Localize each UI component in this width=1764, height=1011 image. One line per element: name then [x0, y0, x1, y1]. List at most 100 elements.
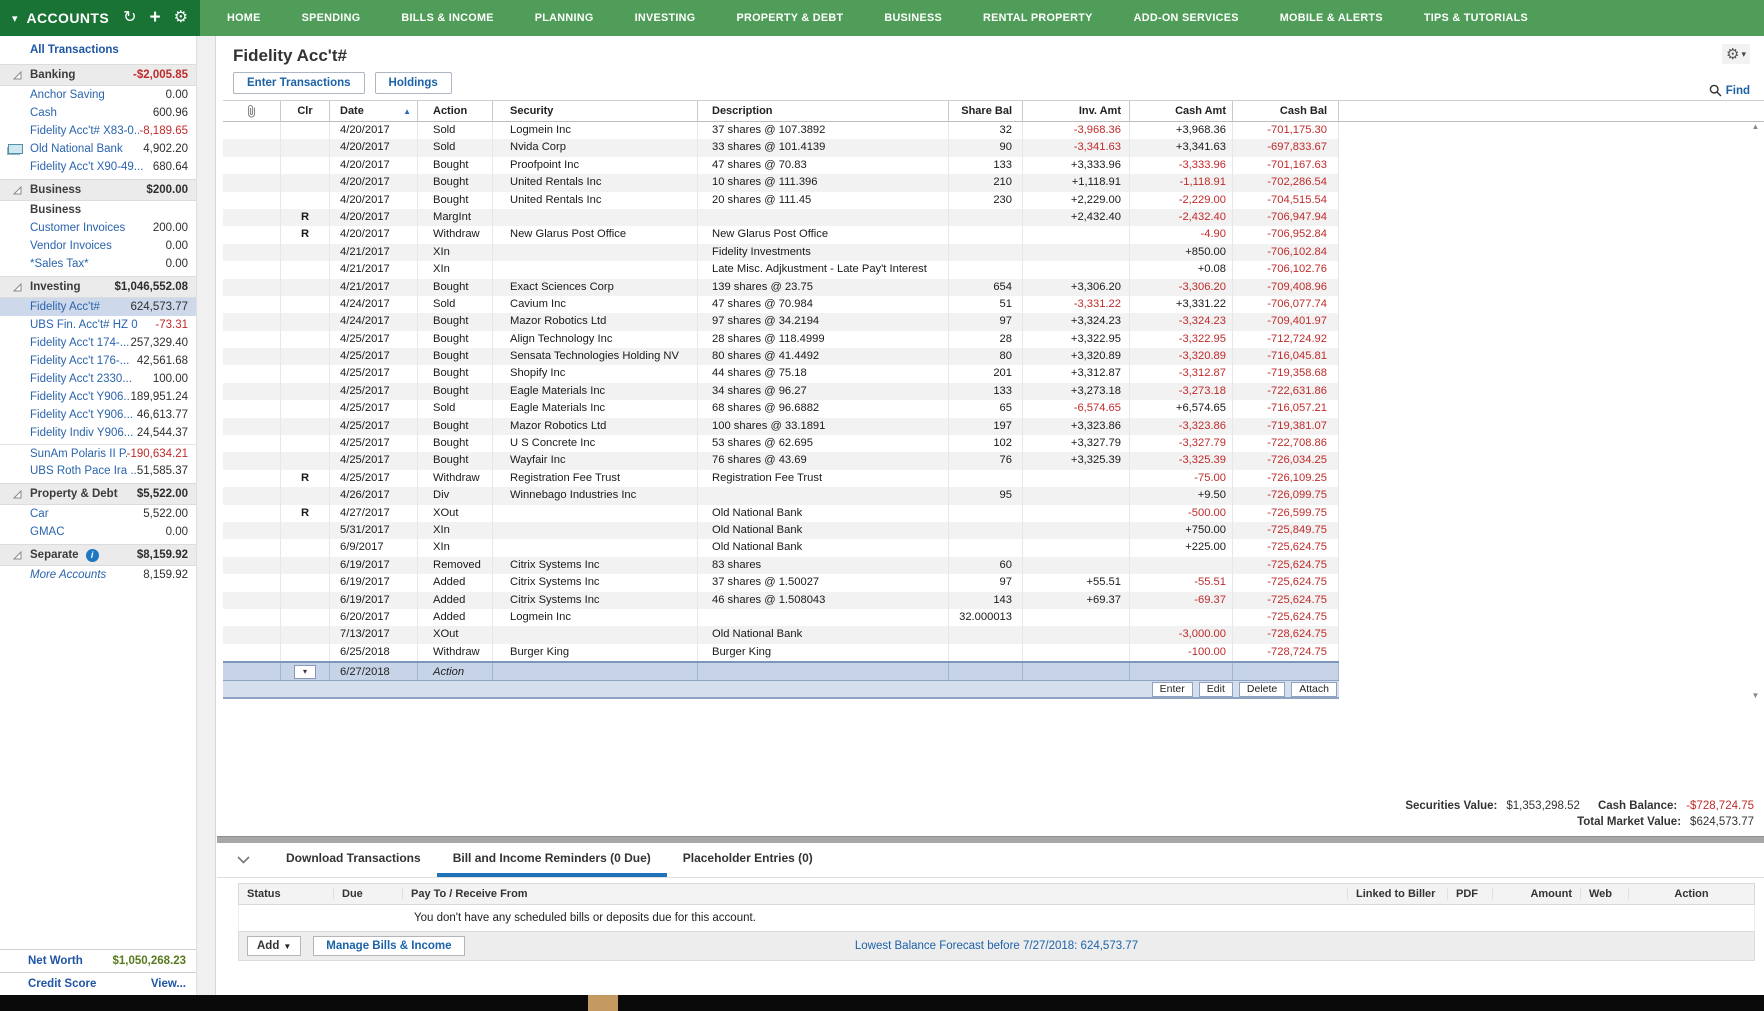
account-item-fidelity-acc-t-176[interactable]: Fidelity Acc't 176-...42,561.68	[0, 352, 196, 370]
transaction-row[interactable]: 5/31/2017XInOld National Bank+750.00-725…	[223, 522, 1339, 539]
taskbar-app-indicator[interactable]	[588, 995, 618, 1011]
reminders-column-action[interactable]: Action	[1629, 888, 1754, 900]
nav-item-add-on-services[interactable]: ADD-ON SERVICES	[1134, 12, 1239, 24]
transaction-row[interactable]: 4/20/2017BoughtProofpoint Inc47 shares @…	[223, 157, 1339, 174]
account-group-separate[interactable]: Separatei$8,159.92	[0, 544, 196, 566]
nav-item-home[interactable]: HOME	[227, 12, 261, 24]
holdings-button[interactable]: Holdings	[375, 72, 452, 94]
nav-item-spending[interactable]: SPENDING	[302, 12, 361, 24]
transaction-row[interactable]: 6/25/2018WithdrawBurger KingBurger King-…	[223, 644, 1339, 661]
transaction-row[interactable]: 4/26/2017DivWinnebago Industries Inc95+9…	[223, 487, 1339, 504]
register-actions-menu[interactable]: ⚙▾	[1722, 44, 1750, 64]
cash-amt-column-header[interactable]: Cash Amt	[1130, 101, 1233, 121]
lowest-balance-forecast-link[interactable]: Lowest Balance Forecast before 7/27/2018…	[855, 940, 1138, 952]
transaction-row[interactable]: 4/25/2017BoughtSensata Technologies Hold…	[223, 348, 1339, 365]
account-item-sales-tax[interactable]: *Sales Tax*0.00	[0, 255, 196, 273]
reminders-column-linked-to-biller[interactable]: Linked to Biller	[1348, 888, 1448, 900]
tab-bill-and-income-reminders-0-due[interactable]: Bill and Income Reminders (0 Due)	[437, 843, 667, 877]
transaction-row[interactable]: 7/13/2017XOutOld National Bank-3,000.00-…	[223, 626, 1339, 643]
panel-splitter[interactable]	[217, 836, 1764, 843]
collapse-triangle-icon[interactable]	[13, 490, 22, 499]
nav-item-mobile-alerts[interactable]: MOBILE & ALERTS	[1280, 12, 1383, 24]
account-group-property-debt[interactable]: Property & Debt$5,522.00	[0, 483, 196, 505]
transaction-row[interactable]: 4/24/2017BoughtMazor Robotics Ltd97 shar…	[223, 313, 1339, 330]
entry-share-field[interactable]	[949, 663, 1023, 680]
transaction-row[interactable]: 4/25/2017BoughtAlign Technology Inc28 sh…	[223, 331, 1339, 348]
tab-download-transactions[interactable]: Download Transactions	[270, 843, 437, 877]
nav-item-tips-tutorials[interactable]: TIPS & TUTORIALS	[1424, 12, 1528, 24]
transaction-row[interactable]: 4/20/2017SoldLogmein Inc37 shares @ 107.…	[223, 122, 1339, 139]
account-item-business[interactable]: Business	[0, 201, 196, 219]
account-item-cash[interactable]: Cash600.96	[0, 104, 196, 122]
account-item-gmac[interactable]: GMAC0.00	[0, 523, 196, 541]
security-column-header[interactable]: Security	[493, 101, 698, 121]
transaction-row[interactable]: 6/19/2017RemovedCitrix Systems Inc83 sha…	[223, 557, 1339, 574]
account-item-customer-invoices[interactable]: Customer Invoices200.00	[0, 219, 196, 237]
entry-action-field[interactable]: Action	[418, 663, 493, 680]
transaction-row[interactable]: 4/21/2017XInLate Misc. Adjkustment - Lat…	[223, 261, 1339, 278]
enter-transactions-button[interactable]: Enter Transactions	[233, 72, 365, 94]
nav-item-planning[interactable]: PLANNING	[535, 12, 594, 24]
action-column-header[interactable]: Action	[418, 101, 493, 121]
account-item-fidelity-acc-t-2330[interactable]: Fidelity Acc't 2330...100.00	[0, 370, 196, 388]
date-column-header[interactable]: Date▲	[330, 101, 418, 121]
transaction-row[interactable]: 4/25/2017BoughtWayfair Inc76 shares @ 43…	[223, 452, 1339, 469]
scroll-up-icon[interactable]: ▲	[1752, 122, 1760, 131]
transaction-row[interactable]: 4/24/2017SoldCavium Inc47 shares @ 70.98…	[223, 296, 1339, 313]
transaction-row[interactable]: 6/20/2017AddedLogmein Inc32.000013-725,6…	[223, 609, 1339, 626]
transaction-row[interactable]: 6/9/2017XInOld National Bank+225.00-725,…	[223, 539, 1339, 556]
clr-column-header[interactable]: Clr	[281, 101, 330, 121]
transaction-row[interactable]: 6/19/2017AddedCitrix Systems Inc46 share…	[223, 592, 1339, 609]
account-item-more-accounts[interactable]: More Accounts8,159.92	[0, 566, 196, 584]
account-group-business[interactable]: Business$200.00	[0, 179, 196, 201]
account-item-fidelity-acc-t-y906[interactable]: Fidelity Acc't Y906...189,951.24	[0, 388, 196, 406]
cash-bal-column-header[interactable]: Cash Bal	[1233, 101, 1339, 121]
edit-button[interactable]: Edit	[1199, 682, 1233, 697]
account-item-fidelity-indiv-y906[interactable]: Fidelity Indiv Y906...24,544.37	[0, 424, 196, 442]
nav-item-property-debt[interactable]: PROPERTY & DEBT	[736, 12, 843, 24]
transaction-row[interactable]: 4/20/2017BoughtUnited Rentals Inc10 shar…	[223, 174, 1339, 191]
account-item-old-national-bank[interactable]: Old National Bank4,902.20	[0, 140, 196, 158]
entry-security-field[interactable]	[493, 663, 698, 680]
account-item-sunam-polaris-ii-p[interactable]: SunAm Polaris II P...-190,634.21	[0, 444, 196, 462]
transaction-row[interactable]: 4/25/2017BoughtU S Concrete Inc53 shares…	[223, 435, 1339, 452]
info-icon[interactable]: i	[86, 549, 99, 562]
reminders-column-due[interactable]: Due	[334, 888, 403, 900]
reminders-column-amount[interactable]: Amount	[1493, 888, 1581, 900]
refresh-icon[interactable]: ↻	[123, 10, 136, 26]
clr-dropdown-button[interactable]: ▾	[294, 665, 316, 679]
entry-inv-field[interactable]	[1023, 663, 1130, 680]
transaction-row[interactable]: 4/25/2017BoughtEagle Materials Inc34 sha…	[223, 383, 1339, 400]
enter-button[interactable]: Enter	[1152, 682, 1193, 697]
reminders-column-pay-to-receive-from[interactable]: Pay To / Receive From	[403, 888, 1348, 900]
scroll-down-icon[interactable]: ▼	[1752, 691, 1760, 700]
reminders-column-pdf[interactable]: PDF	[1448, 888, 1493, 900]
account-item-fidelity-acc-t[interactable]: Fidelity Acc't#624,573.77	[0, 298, 196, 316]
collapse-triangle-icon[interactable]	[13, 186, 22, 195]
entry-description-field[interactable]	[698, 663, 949, 680]
attach-button[interactable]: Attach	[1291, 682, 1337, 697]
nav-item-rental-property[interactable]: RENTAL PROPERTY	[983, 12, 1093, 24]
transaction-row[interactable]: 4/25/2017BoughtMazor Robotics Ltd100 sha…	[223, 418, 1339, 435]
collapse-triangle-icon[interactable]	[13, 551, 22, 560]
account-group-investing[interactable]: Investing$1,046,552.08	[0, 276, 196, 298]
tab-placeholder-entries-0[interactable]: Placeholder Entries (0)	[667, 843, 829, 877]
sidebar-scroll-gutter[interactable]	[196, 36, 216, 995]
reminders-column-status[interactable]: Status	[239, 888, 334, 900]
account-item-fidelity-acc-t-x83-0[interactable]: Fidelity Acc't# X83-0...-8,189.65	[0, 122, 196, 140]
transaction-row[interactable]: 6/19/2017AddedCitrix Systems Inc37 share…	[223, 574, 1339, 591]
all-transactions-link[interactable]: All Transactions	[0, 38, 196, 61]
add-account-icon[interactable]: +	[150, 8, 161, 27]
manage-bills-button[interactable]: Manage Bills & Income	[313, 936, 464, 956]
transaction-row[interactable]: 4/25/2017SoldEagle Materials Inc68 share…	[223, 400, 1339, 417]
inv-amt-column-header[interactable]: Inv. Amt	[1023, 101, 1130, 121]
credit-score-view-link[interactable]: View...	[151, 978, 186, 990]
accounts-caret-down-icon[interactable]: ▾	[12, 12, 18, 25]
description-column-header[interactable]: Description	[698, 101, 949, 121]
transaction-row[interactable]: 4/20/2017BoughtUnited Rentals Inc20 shar…	[223, 192, 1339, 209]
account-item-fidelity-acc-t-174[interactable]: Fidelity Acc't 174-...257,329.40	[0, 334, 196, 352]
find-button[interactable]: Find	[1709, 84, 1750, 97]
transaction-row[interactable]: R4/25/2017WithdrawRegistration Fee Trust…	[223, 470, 1339, 487]
net-worth-label[interactable]: Net Worth	[28, 955, 83, 967]
account-group-banking[interactable]: Banking-$2,005.85	[0, 64, 196, 86]
